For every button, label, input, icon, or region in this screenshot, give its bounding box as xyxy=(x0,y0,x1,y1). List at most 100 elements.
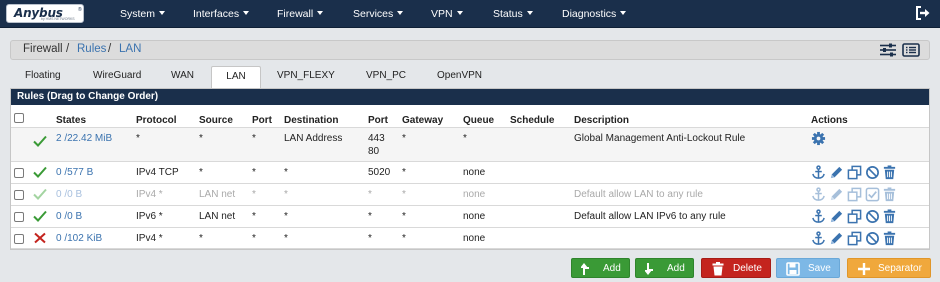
description-cell: Default allow LAN IPv6 to any rule xyxy=(574,211,726,222)
source-cell: * xyxy=(199,167,203,178)
source-cell: * xyxy=(199,233,203,244)
protocol-cell: * xyxy=(136,133,140,144)
queue-cell: none xyxy=(463,167,486,178)
check-icon xyxy=(33,135,47,147)
trash-icon[interactable] xyxy=(882,187,897,202)
nav-vpn[interactable]: VPN xyxy=(431,0,463,28)
copy-icon[interactable] xyxy=(847,231,862,246)
gear-icon[interactable] xyxy=(811,131,826,146)
breadcrumb-lan[interactable]: LAN xyxy=(119,43,141,55)
tab-wan[interactable]: WAN xyxy=(171,66,194,88)
queue-cell: * xyxy=(463,133,467,144)
col-states[interactable]: States xyxy=(56,115,86,126)
add-top-button[interactable]: Add xyxy=(571,258,630,278)
trash-icon[interactable] xyxy=(882,165,897,180)
anchor-icon[interactable] xyxy=(811,209,826,224)
check-icon xyxy=(33,210,47,222)
ban-icon[interactable] xyxy=(865,209,880,224)
row-checkbox[interactable] xyxy=(14,234,24,244)
list-icon[interactable] xyxy=(902,43,920,57)
states-link[interactable]: 0 /0 B xyxy=(56,189,82,200)
protocol-cell: IPv6 * xyxy=(136,211,163,222)
destination-cell: LAN Address xyxy=(284,133,343,144)
anchor-icon[interactable] xyxy=(811,187,826,202)
table-row[interactable]: 0 /577 B IPv4 TCP * * * 5020 * none xyxy=(11,161,929,183)
dest-port-cell: * xyxy=(368,211,372,222)
dest-port-cell: * xyxy=(368,233,372,244)
queue-cell: none xyxy=(463,189,486,200)
dest-port-cell: 443 xyxy=(368,133,385,144)
col-queue[interactable]: Queue xyxy=(463,115,494,126)
add-top-label: Add xyxy=(603,263,621,274)
pencil-icon[interactable] xyxy=(829,165,844,180)
anybus-logo[interactable]: Anybus ® by HMS NETWORKS xyxy=(6,4,84,23)
check-square-icon[interactable] xyxy=(865,187,880,202)
nav-status[interactable]: Status xyxy=(493,0,533,28)
floppy-disk-icon xyxy=(786,262,800,276)
col-dest-port[interactable]: Port xyxy=(368,115,388,126)
panel-title: Rules (Drag to Change Order) xyxy=(11,89,929,105)
ban-icon[interactable] xyxy=(865,231,880,246)
gateway-cell: * xyxy=(402,167,406,178)
nav-services[interactable]: Services xyxy=(353,0,404,28)
queue-cell: none xyxy=(463,211,486,222)
copy-icon[interactable] xyxy=(847,209,862,224)
col-destination[interactable]: Destination xyxy=(284,115,338,126)
states-link[interactable]: 0 /102 KiB xyxy=(56,233,102,244)
add-bottom-button[interactable]: Add xyxy=(635,258,694,278)
tab-vpn-pc[interactable]: VPN_PC xyxy=(366,66,406,88)
separator-button[interactable]: Separator xyxy=(847,258,931,278)
tab-lan[interactable]: LAN xyxy=(211,66,261,88)
chevron-down-icon xyxy=(317,11,324,16)
breadcrumb-rules[interactable]: Rules xyxy=(77,43,106,55)
col-source-port[interactable]: Port xyxy=(252,115,272,126)
copy-icon[interactable] xyxy=(847,165,862,180)
source-port-cell: * xyxy=(252,211,256,222)
pencil-icon[interactable] xyxy=(829,187,844,202)
nav-diagnostics[interactable]: Diagnostics xyxy=(562,0,627,28)
col-schedule[interactable]: Schedule xyxy=(510,115,554,126)
nav-system-label: System xyxy=(120,8,156,20)
pencil-icon[interactable] xyxy=(829,231,844,246)
tab-wireguard[interactable]: WireGuard xyxy=(93,66,141,88)
col-protocol[interactable]: Protocol xyxy=(136,115,177,126)
nav-firewall[interactable]: Firewall xyxy=(277,0,324,28)
states-link[interactable]: 2 /22.42 MiB xyxy=(56,133,112,144)
protocol-cell: IPv4 * xyxy=(136,189,163,200)
sliders-icon[interactable] xyxy=(879,43,897,57)
trash-icon[interactable] xyxy=(882,231,897,246)
nav-interfaces[interactable]: Interfaces xyxy=(193,0,250,28)
protocol-cell: IPv4 * xyxy=(136,233,163,244)
save-button[interactable]: Save xyxy=(776,258,840,278)
states-link[interactable]: 0 /577 B xyxy=(56,167,93,178)
nav-diagnostics-label: Diagnostics xyxy=(562,8,617,20)
table-row[interactable]: 0 /0 B IPv4 * LAN net * * * * none Defau… xyxy=(11,183,929,205)
plus-icon xyxy=(858,263,870,275)
table-row[interactable]: 2 /22.42 MiB * * * LAN Address 443 80 * … xyxy=(11,127,929,161)
tab-vpn-flexy[interactable]: VPN_FLEXY xyxy=(277,66,335,88)
row-checkbox[interactable] xyxy=(14,212,24,222)
chevron-down-icon xyxy=(159,11,166,16)
pencil-icon[interactable] xyxy=(829,209,844,224)
nav-system[interactable]: System xyxy=(120,0,166,28)
table-row[interactable]: 0 /0 B IPv6 * LAN net * * * * none Defau… xyxy=(11,205,929,227)
ban-icon[interactable] xyxy=(865,165,880,180)
col-gateway[interactable]: Gateway xyxy=(402,115,443,126)
col-description[interactable]: Description xyxy=(574,115,629,126)
anchor-icon[interactable] xyxy=(811,165,826,180)
delete-button[interactable]: Delete xyxy=(701,258,771,278)
select-all-checkbox[interactable] xyxy=(14,113,24,123)
states-link[interactable]: 0 /0 B xyxy=(56,211,82,222)
tab-openvpn[interactable]: OpenVPN xyxy=(437,66,482,88)
anchor-icon[interactable] xyxy=(811,231,826,246)
copy-icon[interactable] xyxy=(847,187,862,202)
nav-vpn-label: VPN xyxy=(431,8,453,20)
row-checkbox[interactable] xyxy=(14,190,24,200)
logout-icon[interactable] xyxy=(914,5,932,21)
tab-floating[interactable]: Floating xyxy=(25,66,61,88)
trash-icon[interactable] xyxy=(882,209,897,224)
row-checkbox[interactable] xyxy=(14,168,24,178)
col-source[interactable]: Source xyxy=(199,115,233,126)
separator-label: Separator xyxy=(878,263,922,274)
table-row[interactable]: 0 /102 KiB IPv4 * * * * * * none xyxy=(11,227,929,249)
